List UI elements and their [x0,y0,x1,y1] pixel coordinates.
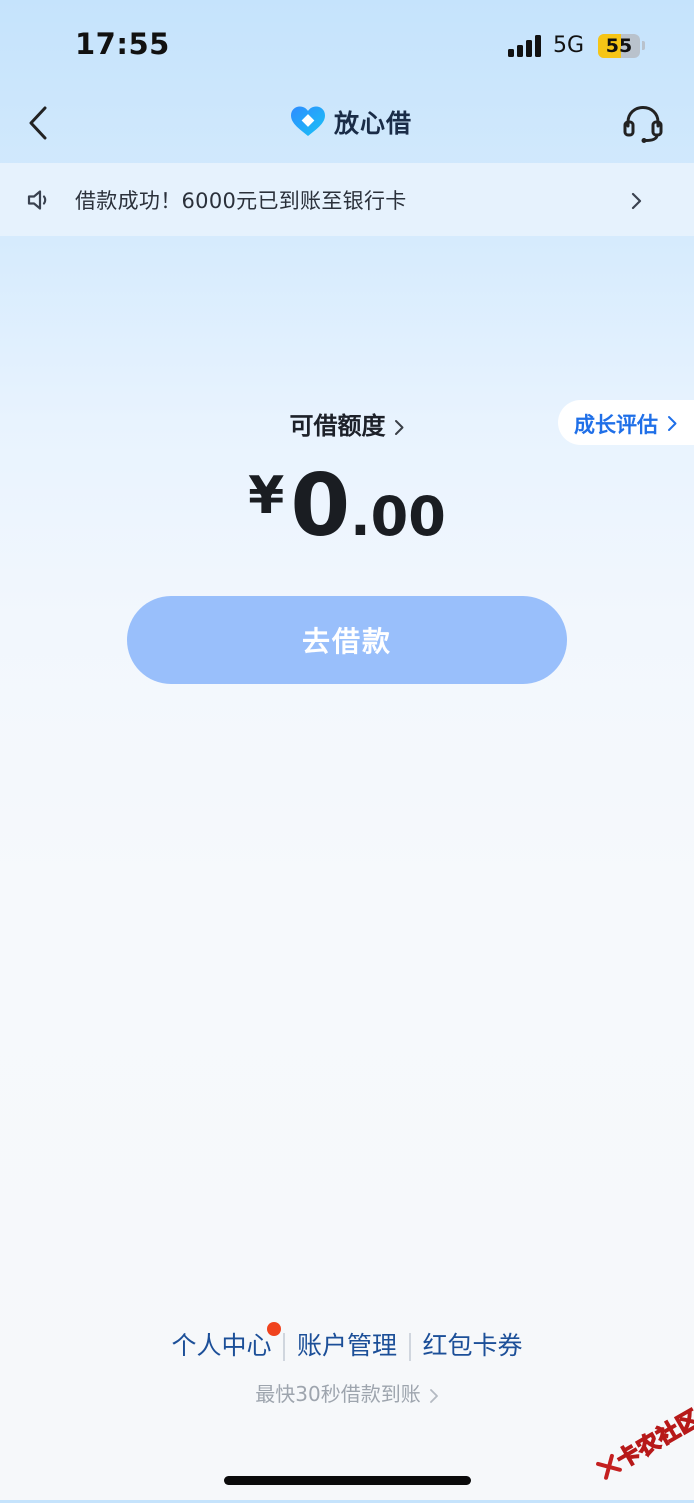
headset-icon [623,105,663,143]
account-management-link[interactable]: 账户管理 [291,1326,403,1362]
battery-tip [642,41,645,50]
battery-level: 55 [605,35,633,57]
available-amount: ¥0.00 [0,456,694,556]
divider [283,1333,285,1361]
watermark-text: 卡农社区 [612,1405,694,1474]
personal-center-label: 个人中心 [171,1331,272,1360]
amount-decimal: .00 [350,485,446,548]
notification-badge [267,1322,282,1336]
borrow-button[interactable]: 去借款 [127,596,567,684]
chevron-right-icon [429,1388,438,1403]
footer-links: 个人中心 账户管理 红包卡券 [0,1322,694,1362]
battery-icon: 55 [598,34,640,58]
tagline-link[interactable]: 最快30秒借款到账 [0,1378,694,1407]
home-indicator[interactable] [224,1476,471,1485]
personal-center-link[interactable]: 个人中心 [165,1322,282,1362]
credit-limit-label: 可借额度 [289,412,386,440]
speaker-icon [26,188,52,212]
chevron-right-icon [630,191,644,211]
tagline-text: 最快30秒借款到账 [255,1382,421,1406]
network-type: 5G [553,33,585,58]
amount-integer: 0 [290,456,351,556]
app-title: 放心借 [334,109,413,138]
coupons-link[interactable]: 红包卡券 [417,1326,529,1362]
currency-symbol: ¥ [248,466,285,526]
divider [409,1333,411,1361]
cellular-signal-icon [508,35,542,57]
chevron-right-icon [394,419,403,435]
status-time: 17:55 [75,27,170,61]
customer-service-button[interactable] [622,104,664,144]
growth-assessment-label: 成长评估 [574,413,658,437]
brand-logo-icon [289,105,327,137]
chevron-right-icon [667,415,678,432]
chevron-left-icon [29,106,47,140]
back-button[interactable] [24,104,54,142]
notice-text: 借款成功！6000元已到账至银行卡 [75,189,407,213]
